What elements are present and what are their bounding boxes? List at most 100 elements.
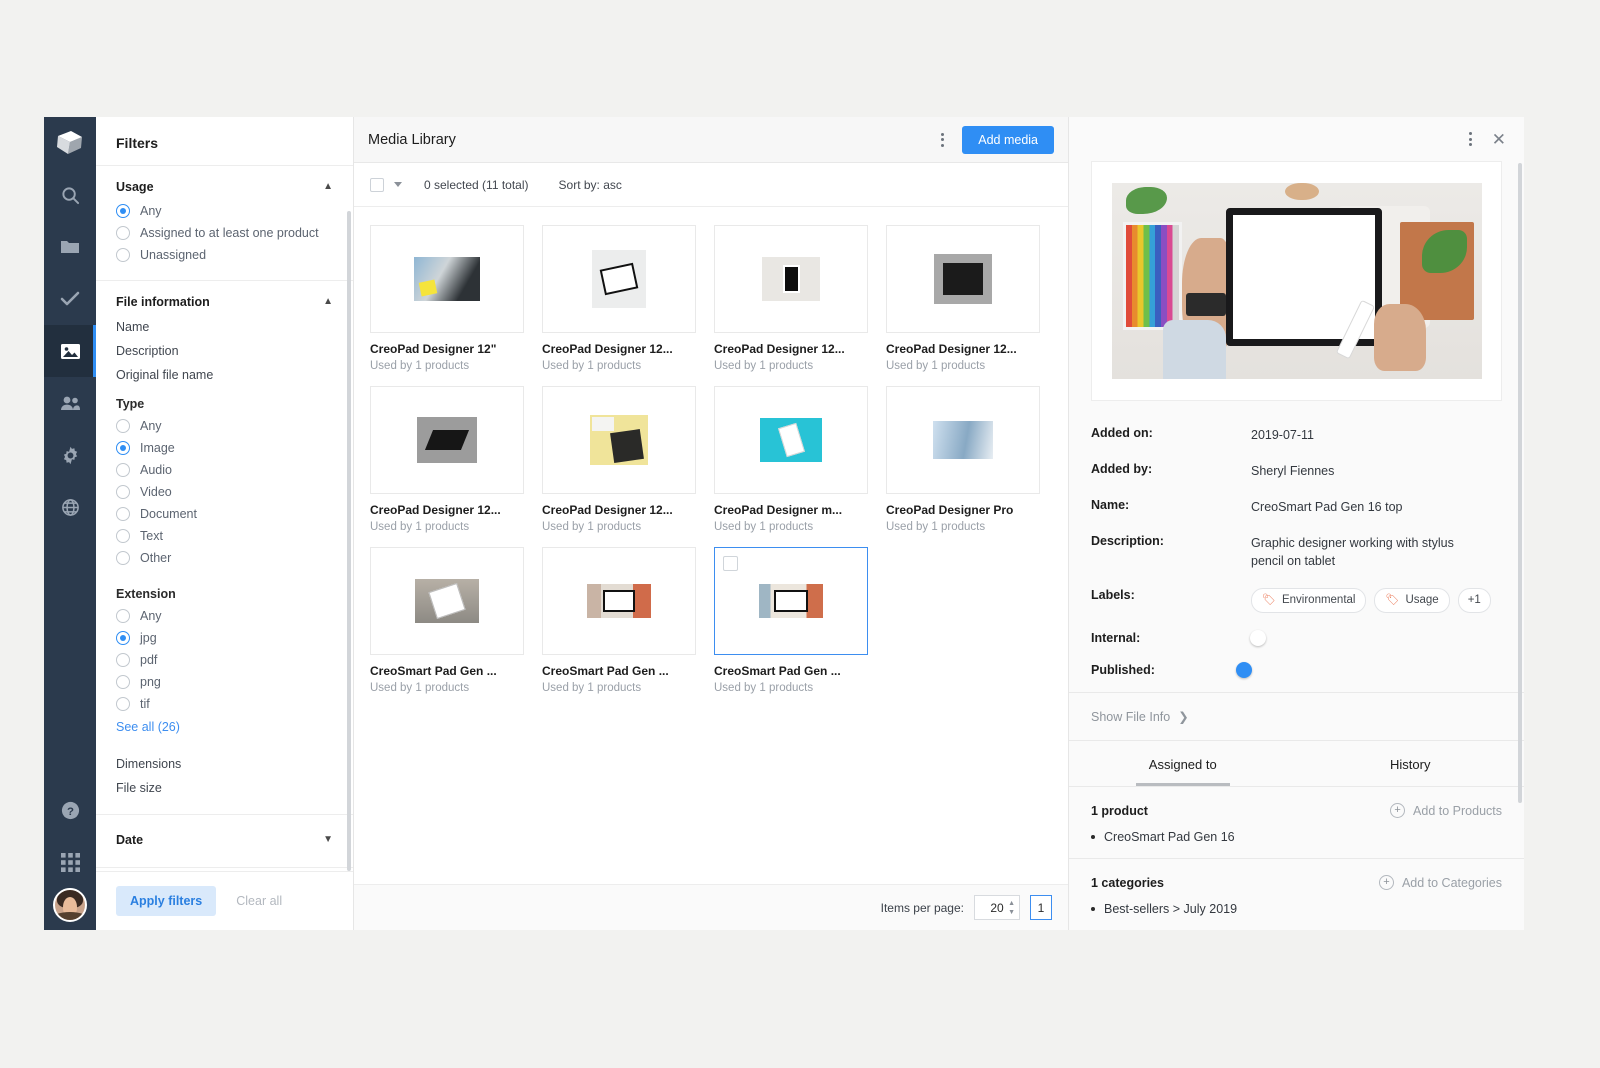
filter-type-option-any[interactable]: Any — [116, 415, 333, 437]
chevron-up-icon: ▲ — [323, 181, 333, 192]
media-tile-usage: Used by 1 products — [714, 682, 814, 694]
chevron-up-icon: ▲ — [323, 296, 333, 307]
filter-date-header[interactable]: Date ▼ — [116, 827, 333, 853]
more-options-icon[interactable] — [937, 129, 948, 151]
filters-scrollbar[interactable] — [347, 211, 351, 871]
filter-usage-option-unassigned[interactable]: Unassigned — [116, 244, 333, 266]
media-tile-selected[interactable]: CreoSmart Pad Gen ... Used by 1 products — [714, 547, 868, 694]
page-number-button[interactable]: 1 — [1030, 895, 1052, 920]
add-to-products-button[interactable]: + Add to Products — [1390, 803, 1502, 818]
media-tile-usage: Used by 1 products — [542, 682, 642, 694]
filter-field-dimensions[interactable]: Dimensions — [116, 752, 333, 776]
filter-extension-option-png[interactable]: png — [116, 671, 333, 693]
assigned-categories-header: 1 categories + Add to Categories — [1091, 875, 1502, 890]
tab-assigned-to[interactable]: Assigned to — [1069, 741, 1297, 786]
assigned-product-item[interactable]: CreoSmart Pad Gen 16 — [1091, 830, 1502, 844]
filter-usage-option-assigned[interactable]: Assigned to at least one product — [116, 222, 333, 244]
avatar-shoulders — [55, 912, 85, 920]
sidebar-item-users[interactable] — [44, 377, 96, 429]
media-tile[interactable]: CreoPad Designer 12... Used by 1 product… — [370, 386, 524, 533]
filter-field-file-size[interactable]: File size — [116, 776, 333, 800]
media-tile[interactable]: CreoPad Designer m... Used by 1 products — [714, 386, 868, 533]
media-thumbnail — [714, 225, 868, 333]
filter-type-option-image[interactable]: Image — [116, 437, 333, 459]
sidebar-item-search[interactable] — [44, 169, 96, 221]
app-logo[interactable] — [44, 117, 96, 169]
filter-type-option-audio[interactable]: Audio — [116, 459, 333, 481]
media-thumbnail — [370, 386, 524, 494]
show-file-info-link[interactable]: Show File Info ❯ — [1069, 692, 1524, 740]
meta-row-labels: Labels: 🏷 Environmental 🏷 Usage +1 — [1091, 579, 1502, 622]
filter-extension-option-jpg[interactable]: jpg — [116, 627, 333, 649]
media-tile[interactable]: CreoSmart Pad Gen ... Used by 1 products — [370, 547, 524, 694]
apply-filters-button[interactable]: Apply filters — [116, 886, 217, 916]
meta-value: 2019-07-11 — [1251, 427, 1315, 442]
sidebar-item-help[interactable]: ? — [44, 784, 96, 836]
label-chip[interactable]: 🏷 Environmental — [1251, 588, 1367, 613]
assigned-category-item[interactable]: Best-sellers > July 2019 — [1091, 902, 1502, 916]
radio-indicator — [116, 675, 130, 689]
detail-panel: ✕ Added on: 2019-07-11 Added by: Sheryl … — [1068, 117, 1524, 930]
sidebar-item-settings[interactable] — [44, 429, 96, 481]
preview-plant-top — [1126, 186, 1167, 215]
media-tile[interactable]: CreoPad Designer 12... Used by 1 product… — [542, 386, 696, 533]
selection-count: 0 selected (11 total) — [424, 177, 529, 192]
filter-extension-see-all-link[interactable]: See all (26) — [116, 715, 333, 736]
media-tile-usage: Used by 1 products — [370, 521, 470, 533]
media-tile[interactable]: CreoPad Designer 12... Used by 1 product… — [886, 225, 1040, 372]
media-tile-name: CreoSmart Pad Gen ... — [714, 664, 841, 678]
sidebar-item-media[interactable] — [44, 325, 96, 377]
sidebar-item-apps[interactable] — [44, 836, 96, 888]
media-tile[interactable]: CreoPad Designer 12... Used by 1 product… — [714, 225, 868, 372]
thumbnail-art — [587, 584, 651, 618]
media-thumbnail — [542, 386, 696, 494]
items-per-page-stepper[interactable]: 20 ▲ ▼ — [974, 895, 1020, 920]
meta-key: Internal: — [1091, 631, 1141, 645]
filter-extension-option-pdf[interactable]: pdf — [116, 649, 333, 671]
tab-history[interactable]: History — [1297, 741, 1525, 786]
select-all-checkbox[interactable] — [370, 177, 384, 192]
add-to-categories-button[interactable]: + Add to Categories — [1378, 875, 1502, 890]
filter-extension-option-any[interactable]: Any — [116, 605, 333, 627]
media-tile-name: CreoPad Designer 12... — [542, 503, 673, 517]
media-tile-checkbox[interactable] — [723, 556, 738, 571]
radio-indicator — [116, 697, 130, 711]
media-tile[interactable]: CreoPad Designer 12" Used by 1 products — [370, 225, 524, 372]
filter-usage-title: Usage — [116, 180, 154, 194]
filter-field-name[interactable]: Name — [116, 315, 333, 339]
topbar-actions: Add media — [937, 125, 1054, 154]
detail-more-options-icon[interactable] — [1465, 128, 1476, 150]
add-media-button[interactable]: Add media — [962, 125, 1054, 154]
filter-type-option-text[interactable]: Text — [116, 525, 333, 547]
label-chip[interactable]: 🏷 Usage — [1374, 588, 1450, 613]
media-thumbnail — [370, 225, 524, 333]
filter-type-option-other[interactable]: Other — [116, 547, 333, 569]
chevron-down-icon[interactable] — [394, 182, 402, 187]
media-tile[interactable]: CreoSmart Pad Gen ... Used by 1 products — [542, 547, 696, 694]
filter-extension-option-tif[interactable]: tif — [116, 693, 333, 715]
media-tile[interactable]: CreoPad Designer 12... Used by 1 product… — [542, 225, 696, 372]
avatar[interactable] — [53, 888, 87, 922]
label-chip-text: Usage — [1405, 594, 1439, 607]
meta-key: Description: — [1091, 534, 1164, 549]
grid-area: 0 selected (11 total) Sort by: asc CreoP… — [354, 163, 1068, 930]
filter-field-original-file-name[interactable]: Original file name — [116, 363, 333, 387]
close-icon[interactable]: ✕ — [1492, 131, 1506, 148]
clear-all-button[interactable]: Clear all — [230, 893, 288, 909]
filter-usage-header[interactable]: Usage ▲ — [116, 178, 333, 200]
sidebar-item-tasks[interactable] — [44, 273, 96, 325]
sort-by-control[interactable]: Sort by: asc — [559, 178, 622, 192]
filter-type-option-video[interactable]: Video — [116, 481, 333, 503]
radio-indicator — [116, 419, 130, 433]
sidebar-item-folder[interactable] — [44, 221, 96, 273]
media-tile[interactable]: CreoPad Designer Pro Used by 1 products — [886, 386, 1040, 533]
detail-scrollbar[interactable] — [1518, 163, 1522, 803]
filter-type-label: Type — [116, 397, 145, 411]
sidebar-item-locales[interactable] — [44, 481, 96, 533]
filter-field-description[interactable]: Description — [116, 339, 333, 363]
filter-type-option-document[interactable]: Document — [116, 503, 333, 525]
thumbnail-art — [592, 250, 646, 308]
labels-overflow-badge[interactable]: +1 — [1457, 588, 1491, 613]
filter-file-info-header[interactable]: File information ▲ — [116, 293, 333, 315]
filter-usage-option-any[interactable]: Any — [116, 200, 333, 222]
